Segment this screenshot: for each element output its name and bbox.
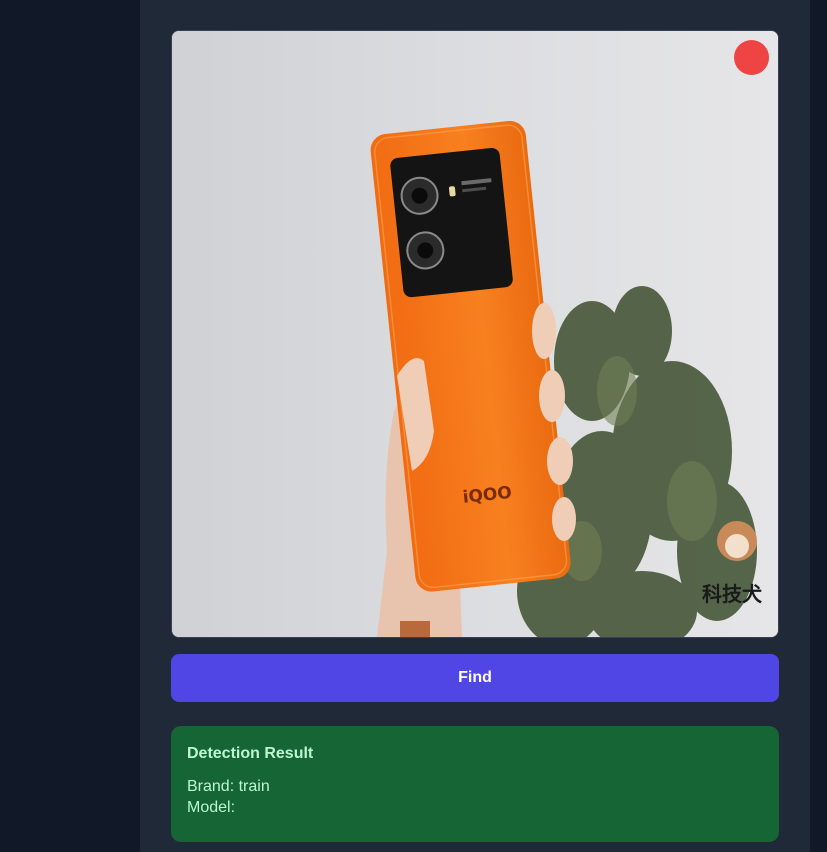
detection-result-card: Detection Result Brand: train Model: [171, 726, 779, 842]
brand-line: Brand: train [187, 776, 763, 797]
remove-image-button[interactable] [734, 40, 769, 75]
uploaded-image-preview: iQOO 科技犬 [171, 30, 779, 638]
phone-photo: iQOO 科技犬 [172, 31, 778, 637]
model-line: Model: [187, 797, 763, 818]
watermark-text: 科技犬 [702, 582, 763, 606]
brand-label: Brand: [187, 778, 235, 795]
brand-value: train [238, 778, 270, 795]
model-label: Model: [187, 799, 236, 816]
result-title: Detection Result [187, 745, 314, 762]
app-page: iQOO 科技犬 Find Detection Result Brand: tr… [0, 0, 827, 852]
find-button[interactable]: Find [171, 654, 779, 702]
